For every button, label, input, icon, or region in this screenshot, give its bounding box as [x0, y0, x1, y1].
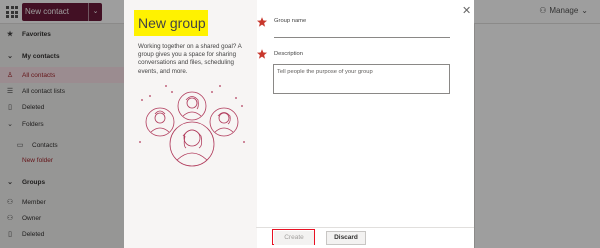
description-placeholder: Tell people the purpose of your group [277, 69, 373, 75]
description-label: Description [274, 51, 303, 57]
dialog-description-text: Working together on a shared goal? A gro… [138, 43, 242, 75]
create-button[interactable]: Create [274, 231, 314, 245]
required-star-icon [256, 48, 268, 60]
group-people-illustration [139, 85, 245, 167]
dialog-info-panel: New group Working together on a shared g… [124, 0, 257, 248]
group-name-label: Group name [274, 18, 307, 24]
group-name-input[interactable] [274, 37, 450, 38]
description-input[interactable]: Tell people the purpose of your group [273, 64, 450, 94]
dialog-footer-divider [256, 227, 474, 228]
close-icon[interactable]: ✕ [462, 4, 471, 17]
discard-button[interactable]: Discard [326, 231, 366, 245]
dialog-title: New group [138, 15, 206, 31]
required-star-icon [256, 16, 268, 28]
